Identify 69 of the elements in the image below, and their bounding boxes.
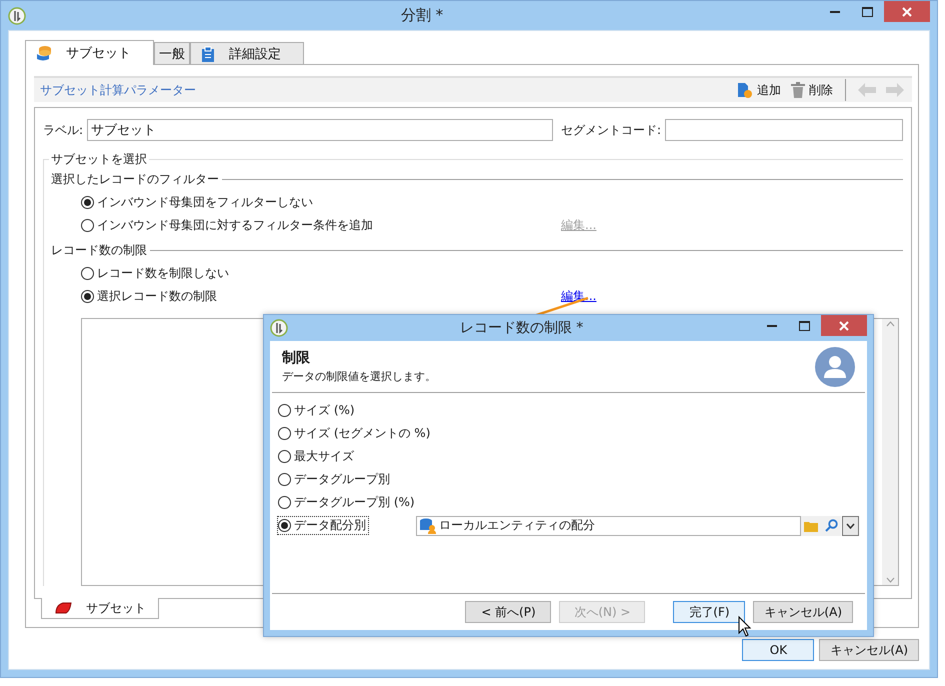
segment-code-caption: セグメントコード: — [561, 122, 662, 138]
scroll-up-icon — [886, 321, 894, 327]
close-icon — [902, 6, 912, 16]
clipboard-icon — [201, 46, 215, 62]
dropdown-button[interactable] — [842, 516, 859, 536]
radio-option[interactable]: サイズ (セグメントの %) — [278, 425, 432, 442]
add-document-icon — [737, 82, 753, 98]
radio-button[interactable] — [81, 290, 94, 303]
close-button[interactable] — [884, 1, 930, 22]
user-avatar-icon — [815, 346, 855, 386]
ok-button[interactable]: OK — [742, 639, 814, 661]
delete-button[interactable]: 削除 — [789, 82, 835, 98]
radio-button[interactable] — [278, 473, 291, 486]
tab[interactable]: サブセット — [25, 40, 154, 65]
radio-option[interactable]: データグループ別 (%) — [278, 494, 417, 511]
radio-option[interactable]: レコード数を制限しない — [81, 265, 231, 282]
dialog-subtitle: データの制限値を選択します。 — [282, 369, 437, 384]
radio-button[interactable] — [278, 427, 291, 440]
trash-icon — [791, 82, 805, 98]
bottom-tab[interactable]: サブセット — [41, 598, 159, 619]
section-heading: レコード数の制限 — [51, 242, 147, 259]
radio-button[interactable] — [278, 450, 291, 463]
previous-button[interactable]: < 前へ(P) — [465, 601, 552, 623]
chevron-down-icon — [846, 522, 855, 528]
app-icon — [8, 6, 26, 24]
scroll-down-icon — [886, 577, 894, 583]
maximize-icon — [798, 320, 810, 330]
radio-option[interactable]: インバウンド母集団をフィルターしない — [81, 194, 315, 211]
segment-icon — [54, 602, 72, 614]
minimize-icon — [767, 324, 777, 327]
radio-button[interactable] — [81, 267, 94, 280]
radio-option[interactable]: データグループ別 — [278, 471, 392, 488]
radio-button[interactable] — [81, 196, 94, 209]
label-input[interactable]: サブセット — [87, 119, 554, 141]
dialog-title: レコード数の制限 * — [458, 319, 584, 337]
radio-option[interactable]: インバウンド母集団に対するフィルター条件を追加 — [81, 217, 375, 234]
radio-button[interactable] — [278, 496, 291, 509]
section-title: サブセット計算パラメーター — [40, 82, 197, 98]
finish-button[interactable]: 完了(F) — [673, 601, 746, 623]
folder-icon — [804, 520, 818, 532]
distribution-field[interactable]: ローカルエンティティの配分 — [416, 516, 801, 536]
minimize-icon — [830, 10, 840, 13]
app-icon — [270, 319, 288, 337]
radio-button[interactable] — [278, 519, 291, 532]
cancel-button[interactable]: キャンセル(A) — [819, 639, 919, 661]
segment-code-input[interactable] — [665, 119, 903, 141]
radio-button[interactable] — [278, 404, 291, 417]
close-icon — [839, 320, 849, 330]
dialog-heading: 制限 — [282, 349, 311, 367]
database-user-icon — [419, 518, 437, 534]
close-button[interactable] — [821, 315, 867, 336]
label-caption: ラベル: — [43, 122, 84, 138]
radio-option[interactable]: データ配分別 — [278, 517, 368, 534]
add-button[interactable]: 追加 — [735, 82, 783, 98]
group-title: サブセットを選択 — [49, 151, 149, 168]
cancel-button[interactable]: キャンセル(A) — [753, 601, 853, 623]
radio-option[interactable]: 選択レコード数の制限 — [81, 288, 219, 305]
tab[interactable]: 一般 — [154, 42, 190, 64]
scrollbar[interactable] — [882, 319, 898, 585]
database-icon — [36, 45, 52, 61]
search-button[interactable] — [821, 516, 841, 536]
search-icon — [824, 519, 838, 532]
tab[interactable]: 詳細設定 — [190, 42, 304, 64]
radio-button[interactable] — [81, 219, 94, 232]
radio-option[interactable]: 最大サイズ — [278, 448, 356, 465]
window-title: 分割 * — [400, 6, 444, 25]
maximize-icon — [862, 6, 872, 16]
radio-option[interactable]: サイズ (%) — [278, 402, 357, 419]
section-heading: 選択したレコードのフィルター — [51, 171, 219, 188]
